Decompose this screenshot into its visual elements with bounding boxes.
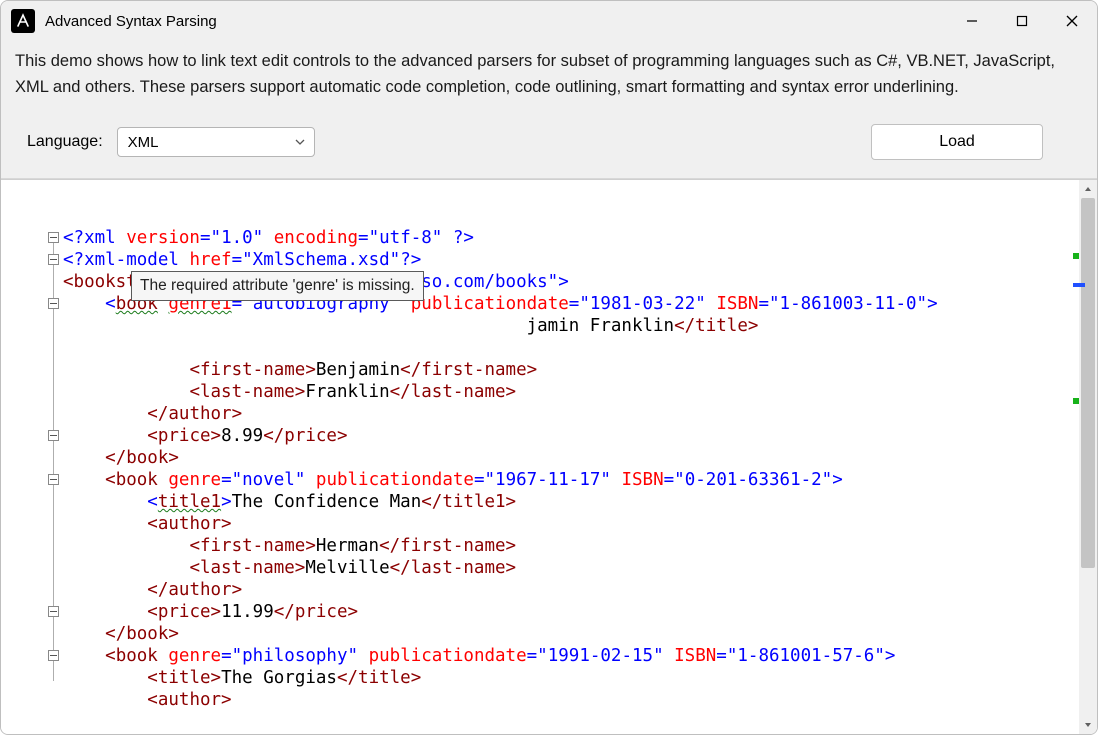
fold-toggle[interactable] [48, 254, 59, 265]
marker-green-icon [1073, 398, 1079, 404]
marker-green-icon [1073, 253, 1079, 259]
code-line[interactable]: jamin Franklin</title> [63, 315, 1079, 337]
language-label: Language: [15, 133, 103, 151]
fold-toggle[interactable] [48, 298, 59, 309]
code-line[interactable]: <first-name>Benjamin</first-name> [63, 359, 1079, 381]
code-area[interactable]: <?xml version="1.0" encoding="utf-8" ?><… [63, 180, 1079, 734]
code-line[interactable]: <first-name>Herman</first-name> [63, 535, 1079, 557]
window-title: Advanced Syntax Parsing [45, 13, 217, 30]
header-panel: This demo shows how to link text edit co… [1, 41, 1097, 179]
load-button[interactable]: Load [871, 124, 1043, 160]
code-line[interactable]: </book> [63, 623, 1079, 645]
code-line[interactable]: </author> [63, 403, 1079, 425]
scroll-down-button[interactable] [1079, 716, 1097, 734]
code-line[interactable]: <last-name>Melville</last-name> [63, 557, 1079, 579]
titlebar: Advanced Syntax Parsing [1, 1, 1097, 41]
close-button[interactable] [1047, 1, 1097, 41]
language-select[interactable]: XML [117, 127, 315, 157]
code-editor[interactable]: <?xml version="1.0" encoding="utf-8" ?><… [1, 179, 1097, 734]
description-text: This demo shows how to link text edit co… [15, 49, 1083, 100]
scroll-up-button[interactable] [1079, 180, 1097, 198]
code-line[interactable]: <book genre="philosophy" publicationdate… [63, 645, 1079, 667]
app-icon [11, 9, 35, 33]
controls-row: Language: XML Load [15, 124, 1083, 160]
vertical-scrollbar[interactable] [1079, 180, 1097, 734]
code-line[interactable] [63, 337, 1079, 359]
scroll-thumb[interactable] [1081, 198, 1095, 568]
fold-toggle[interactable] [48, 650, 59, 661]
fold-toggle[interactable] [48, 474, 59, 485]
code-line[interactable]: <title1>The Confidence Man</title1> [63, 491, 1079, 513]
error-tooltip: The required attribute 'genre' is missin… [131, 271, 424, 301]
code-line[interactable]: <title>The Gorgias</title> [63, 667, 1079, 689]
code-line[interactable]: <?xml version="1.0" encoding="utf-8" ?> [63, 227, 1079, 249]
fold-toggle[interactable] [48, 430, 59, 441]
scroll-track[interactable] [1079, 198, 1097, 716]
fold-gutter [1, 180, 63, 734]
code-line[interactable]: <price>8.99</price> [63, 425, 1079, 447]
code-line[interactable]: <?xml-model href="XmlSchema.xsd"?> [63, 249, 1079, 271]
code-line[interactable]: </author> [63, 579, 1079, 601]
marker-blue-icon [1073, 283, 1085, 287]
code-line[interactable]: <price>11.99</price> [63, 601, 1079, 623]
minimize-button[interactable] [947, 1, 997, 41]
code-line[interactable]: </book> [63, 447, 1079, 469]
code-line[interactable]: <last-name>Franklin</last-name> [63, 381, 1079, 403]
fold-toggle[interactable] [48, 606, 59, 617]
code-line[interactable]: <author> [63, 513, 1079, 535]
language-value: XML [128, 134, 159, 151]
app-window: Advanced Syntax Parsing This demo shows … [0, 0, 1098, 735]
chevron-down-icon [294, 136, 306, 148]
code-line[interactable]: <book genre="novel" publicationdate="196… [63, 469, 1079, 491]
maximize-button[interactable] [997, 1, 1047, 41]
code-line[interactable]: <author> [63, 689, 1079, 711]
fold-toggle[interactable] [48, 232, 59, 243]
